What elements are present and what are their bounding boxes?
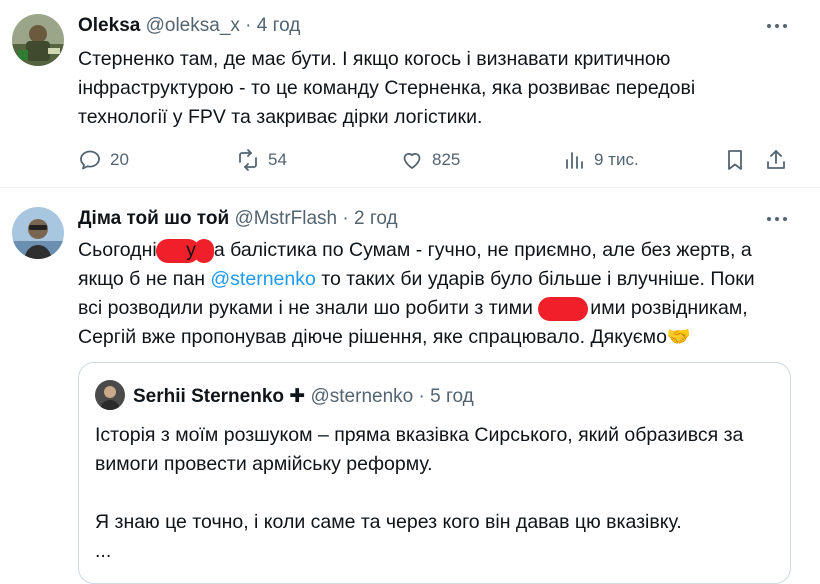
tweet-text-line: всі розводили руками і не знали шо робит…	[78, 294, 755, 323]
share-icon	[767, 150, 785, 169]
tweet-text-line: Сергій вже пропонував діюче рішення, яке…	[78, 326, 692, 348]
more-options-icon[interactable]	[764, 16, 790, 36]
text-segment: ими розвідникам,	[590, 297, 748, 319]
views-button[interactable]: 9 тис.	[562, 148, 639, 172]
quote-text: Історія з моїм розшуком – пряма вказівка…	[95, 421, 743, 566]
quote-text-line	[95, 479, 743, 508]
more-options-icon[interactable]	[764, 209, 790, 229]
text-segment: а балістика по Сумам - гучно, не приємно…	[213, 239, 752, 261]
reply-icon	[80, 150, 100, 170]
redaction-mark	[538, 296, 589, 321]
action-bar: 20 54 825 9 тис.	[78, 148, 793, 172]
separator-dot: ·	[342, 208, 349, 229]
quote-text-line: Я знаю це точно, і коли саме та через ко…	[95, 511, 682, 533]
heart-icon	[403, 152, 421, 169]
author-handle[interactable]: @MstrFlash	[234, 208, 337, 229]
author-name[interactable]: Діма той шо той	[78, 208, 229, 229]
person-avatar-image	[12, 207, 64, 259]
tweet-text: Сьогодні у а балістика по Сумам - гучно, …	[78, 236, 755, 352]
reply-button[interactable]: 20	[78, 148, 129, 172]
timestamp[interactable]: 4 год	[257, 15, 301, 36]
tweet-text-line: технології у FPV та закриває дірки логіс…	[78, 106, 483, 128]
tweet-header: Oleksa @oleksa_x · 4 год	[78, 14, 300, 38]
like-button[interactable]: 825	[400, 148, 460, 172]
separator-dot: ·	[245, 15, 252, 36]
repost-button[interactable]: 54	[236, 148, 287, 172]
tweet-header: Діма той шо той @MstrFlash · 2 год	[78, 207, 398, 231]
bookmark-icon	[728, 150, 742, 170]
like-count: 825	[432, 150, 461, 169]
quote-text-line: Історія з моїм розшуком – пряма вказівка…	[95, 424, 744, 446]
text-segment: всі розводили руками і не знали шо робит…	[78, 297, 539, 319]
timestamp[interactable]: 2 год	[354, 208, 398, 229]
avatar-sternenko[interactable]	[95, 380, 125, 410]
avatar-mstrflash[interactable]	[12, 207, 64, 259]
cross-icon: ✚	[289, 386, 306, 407]
reply-count: 20	[110, 150, 129, 169]
analytics-icon	[566, 152, 583, 169]
text-segment: Сьогодні	[78, 239, 163, 261]
tweet-mstrflash[interactable]: Діма той шо той @MstrFlash · 2 год Сього…	[0, 188, 820, 584]
author-name[interactable]: Serhii Sternenko	[133, 386, 284, 407]
tweet-text-line: інфраструктурою - то це команду Стерненк…	[78, 77, 696, 99]
repost-icon	[239, 149, 257, 171]
tweet-text-line: Сьогодні у а балістика по Сумам - гучно, …	[78, 236, 755, 265]
mention-link[interactable]: @sternenko	[210, 268, 315, 290]
quote-header: Serhii Sternenko ✚ @sternenko · 5 год	[133, 385, 474, 409]
repost-count: 54	[268, 150, 287, 169]
timestamp[interactable]: 5 год	[430, 386, 474, 407]
text-segment: якщо б не пан	[78, 268, 211, 290]
avatar-oleksa[interactable]	[12, 14, 64, 66]
author-handle[interactable]: @oleksa_x	[146, 15, 240, 36]
text-segment: то таких би ударів було більше і влучніш…	[315, 268, 755, 290]
author-name[interactable]: Oleksa	[78, 15, 140, 36]
soldier-avatar-image	[12, 14, 64, 66]
author-handle[interactable]: @sternenko	[310, 386, 413, 407]
person-avatar-image	[95, 380, 125, 410]
share-button[interactable]	[764, 148, 788, 172]
quote-text-line: ...	[95, 540, 112, 562]
redaction-mark	[193, 238, 214, 263]
bookmark-button[interactable]	[723, 148, 747, 172]
quote-text-line: вимоги провести армійську реформу.	[95, 453, 433, 475]
quoted-tweet[interactable]: Serhii Sternenko ✚ @sternenko · 5 год Іс…	[78, 362, 791, 584]
separator-dot: ·	[418, 386, 425, 407]
tweet-text-line: Стерненко там, де має бути. І якщо когос…	[78, 48, 671, 70]
tweet-text-line: якщо б не пан @sternenko то таких би уда…	[78, 265, 755, 294]
view-count: 9 тис.	[594, 150, 639, 169]
tweet-oleksa[interactable]: Oleksa @oleksa_x · 4 год Стерненко там, …	[0, 0, 820, 187]
text-segment: у	[186, 239, 196, 261]
tweet-text: Стерненко там, де має бути. І якщо когос…	[78, 45, 695, 132]
